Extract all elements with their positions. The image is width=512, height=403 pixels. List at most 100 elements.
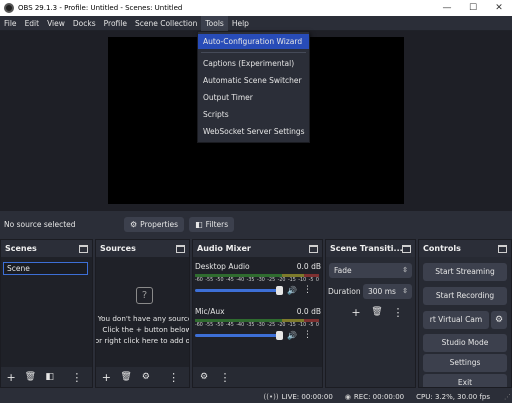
start-virtual-cam-button[interactable]: rt Virtual Cam [423, 311, 489, 329]
close-button[interactable]: ✕ [486, 0, 512, 16]
scenes-footer: + 🗑 ◧ ⋮ [1, 367, 92, 387]
speaker-icon[interactable]: 🔊 [287, 331, 297, 340]
add-transition-icon[interactable]: + [348, 305, 364, 319]
title-bar: OBS 29.1.3 - Profile: Untitled - Scenes:… [0, 0, 512, 16]
source-properties-gear-icon[interactable]: ⚙ [139, 370, 154, 384]
menu-auto-configuration-wizard[interactable]: Auto-Configuration Wizard [198, 34, 309, 49]
undock-icon[interactable] [176, 244, 185, 253]
transition-value: Fade [334, 266, 352, 275]
undock-icon[interactable] [498, 244, 507, 253]
slider-handle[interactable] [276, 285, 283, 295]
slider-handle[interactable] [276, 330, 283, 340]
menu-scripts[interactable]: Scripts [198, 107, 309, 122]
channel-level: 0.0 dB [296, 307, 321, 316]
menu-docks[interactable]: Docks [69, 16, 100, 31]
volume-meter [195, 319, 319, 322]
no-source-label: No source selected [4, 219, 76, 229]
empty-line-1: You don't have any sources. [97, 314, 189, 323]
volume-slider[interactable] [195, 330, 283, 340]
add-source-icon[interactable]: + [99, 370, 114, 384]
scenes-dock-title: Scenes [5, 244, 37, 253]
empty-sources-icon: ? [136, 287, 153, 304]
undock-icon[interactable] [309, 244, 318, 253]
scenes-dock: Scenes Scene + 🗑 ◧ ⋮ [0, 239, 93, 388]
controls-body: Start Streaming Start Recording rt Virtu… [419, 257, 511, 387]
menu-help[interactable]: Help [228, 16, 253, 31]
controls-dock-header: Controls [419, 240, 511, 257]
start-streaming-button[interactable]: Start Streaming [423, 263, 507, 281]
scene-filters-icon[interactable]: ◧ [43, 370, 57, 384]
add-scene-icon[interactable]: + [4, 370, 18, 384]
transitions-dock-header: Scene Transiti... [326, 240, 415, 257]
scenes-more-menu-icon[interactable]: ⋮ [70, 370, 84, 384]
menu-scene-collection[interactable]: Scene Collection [131, 16, 201, 31]
menu-websocket-server-settings[interactable]: WebSocket Server Settings [198, 124, 309, 139]
filters-label: Filters [205, 219, 229, 229]
sources-list[interactable]: ? You don't have any sources. Click the … [96, 257, 189, 367]
scenes-dock-header: Scenes [1, 240, 92, 257]
studio-mode-button[interactable]: Studio Mode [423, 334, 507, 352]
remove-scene-trash-icon[interactable]: 🗑 [23, 370, 37, 384]
channel-menu-icon[interactable]: ⋮ [303, 330, 312, 340]
transitions-body: Fade ⇳ Duration 300 ms ⇳ + 🗑 ⋮ [326, 257, 415, 367]
record-icon: ◉ [344, 392, 351, 401]
settings-button[interactable]: Settings [423, 354, 507, 372]
volume-slider[interactable] [195, 285, 283, 295]
menu-separator [201, 52, 306, 53]
empty-sources-message: You don't have any sources. Click the + … [96, 313, 189, 346]
transition-actions: + 🗑 ⋮ [348, 305, 411, 319]
controls-dock-title: Controls [423, 244, 461, 253]
menu-edit[interactable]: Edit [21, 16, 44, 31]
menu-profile[interactable]: Profile [100, 16, 131, 31]
properties-label: Properties [140, 219, 179, 229]
minimize-button[interactable]: — [434, 0, 460, 16]
mixer-dock-title: Audio Mixer [197, 244, 251, 253]
undock-icon[interactable] [402, 244, 411, 253]
resize-grip-icon[interactable]: ⋰ [504, 393, 512, 401]
sources-more-menu-icon[interactable]: ⋮ [166, 370, 181, 384]
menu-automatic-scene-switcher[interactable]: Automatic Scene Switcher [198, 73, 309, 88]
scenes-list: Scene [1, 257, 92, 367]
channel-menu-icon[interactable]: ⋮ [303, 285, 312, 295]
meter-ticks: -60 -55 -50 -45 -40 -35 -30 -25 -20 -15 -10 -5 0 [195, 278, 319, 283]
tools-menu-dropdown: Auto-Configuration Wizard Captions (Expe… [197, 31, 310, 143]
remove-transition-trash-icon[interactable]: 🗑 [369, 305, 385, 319]
virtual-cam-settings-gear-icon[interactable]: ⚙ [491, 311, 507, 329]
advanced-audio-gear-icon[interactable]: ⚙ [196, 370, 212, 384]
properties-button[interactable]: ⚙ Properties [124, 216, 185, 232]
menu-bar: File Edit View Docks Profile Scene Colle… [0, 15, 512, 31]
sources-footer: + 🗑 ⚙ ⋮ [96, 367, 189, 387]
remove-source-trash-icon[interactable]: 🗑 [119, 370, 134, 384]
duration-value: 300 ms [368, 287, 396, 296]
duration-input[interactable]: 300 ms ⇳ [363, 284, 412, 299]
mixer-channel-mic-aux: Mic/Aux 0.0 dB -60 -55 -50 -45 -40 -35 -30 -25-… [195, 307, 321, 340]
undock-icon[interactable] [79, 244, 88, 253]
start-recording-button[interactable]: Start Recording [423, 287, 507, 305]
maximize-button[interactable]: ☐ [460, 0, 486, 16]
scene-list-item[interactable]: Scene [3, 262, 88, 275]
broadcast-icon: ((•)) [263, 392, 279, 401]
rec-status: ◉ REC: 00:00:00 [345, 393, 404, 401]
cpu-status: CPU: 3.2%, 30.00 fps [416, 392, 490, 401]
controls-dock: Controls Start Streaming Start Recording… [418, 239, 512, 388]
transition-select[interactable]: Fade ⇳ [329, 263, 412, 278]
meter-ticks: -60 -55 -50 -45 -40 -35 -30 -25 -20 -15 -10 -5 0 [195, 323, 319, 328]
menu-tools[interactable]: Tools [201, 15, 228, 31]
menu-captions[interactable]: Captions (Experimental) [198, 56, 309, 71]
channel-level: 0.0 dB [296, 262, 321, 271]
rec-time: REC: 00:00:00 [353, 392, 405, 401]
menu-view[interactable]: View [43, 16, 69, 31]
speaker-icon[interactable]: 🔊 [287, 286, 297, 295]
gear-icon: ⚙ [130, 219, 138, 229]
source-toolbar: No source selected ⚙ Properties ◧ Filter… [0, 214, 512, 234]
mixer-channel-desktop-audio: Desktop Audio 0.0 dB -60 -55 -50 -45 -40 -35-… [195, 262, 321, 295]
filters-button[interactable]: ◧ Filters [189, 216, 235, 232]
live-time: LIVE: 00:00:00 [281, 392, 333, 401]
menu-file[interactable]: File [0, 16, 21, 31]
exit-button[interactable]: Exit [423, 374, 507, 387]
volume-meter [195, 274, 319, 277]
transition-more-menu-icon[interactable]: ⋮ [390, 305, 406, 319]
menu-output-timer[interactable]: Output Timer [198, 90, 309, 105]
mixer-more-menu-icon[interactable]: ⋮ [217, 370, 233, 384]
sources-dock-title: Sources [100, 244, 136, 253]
